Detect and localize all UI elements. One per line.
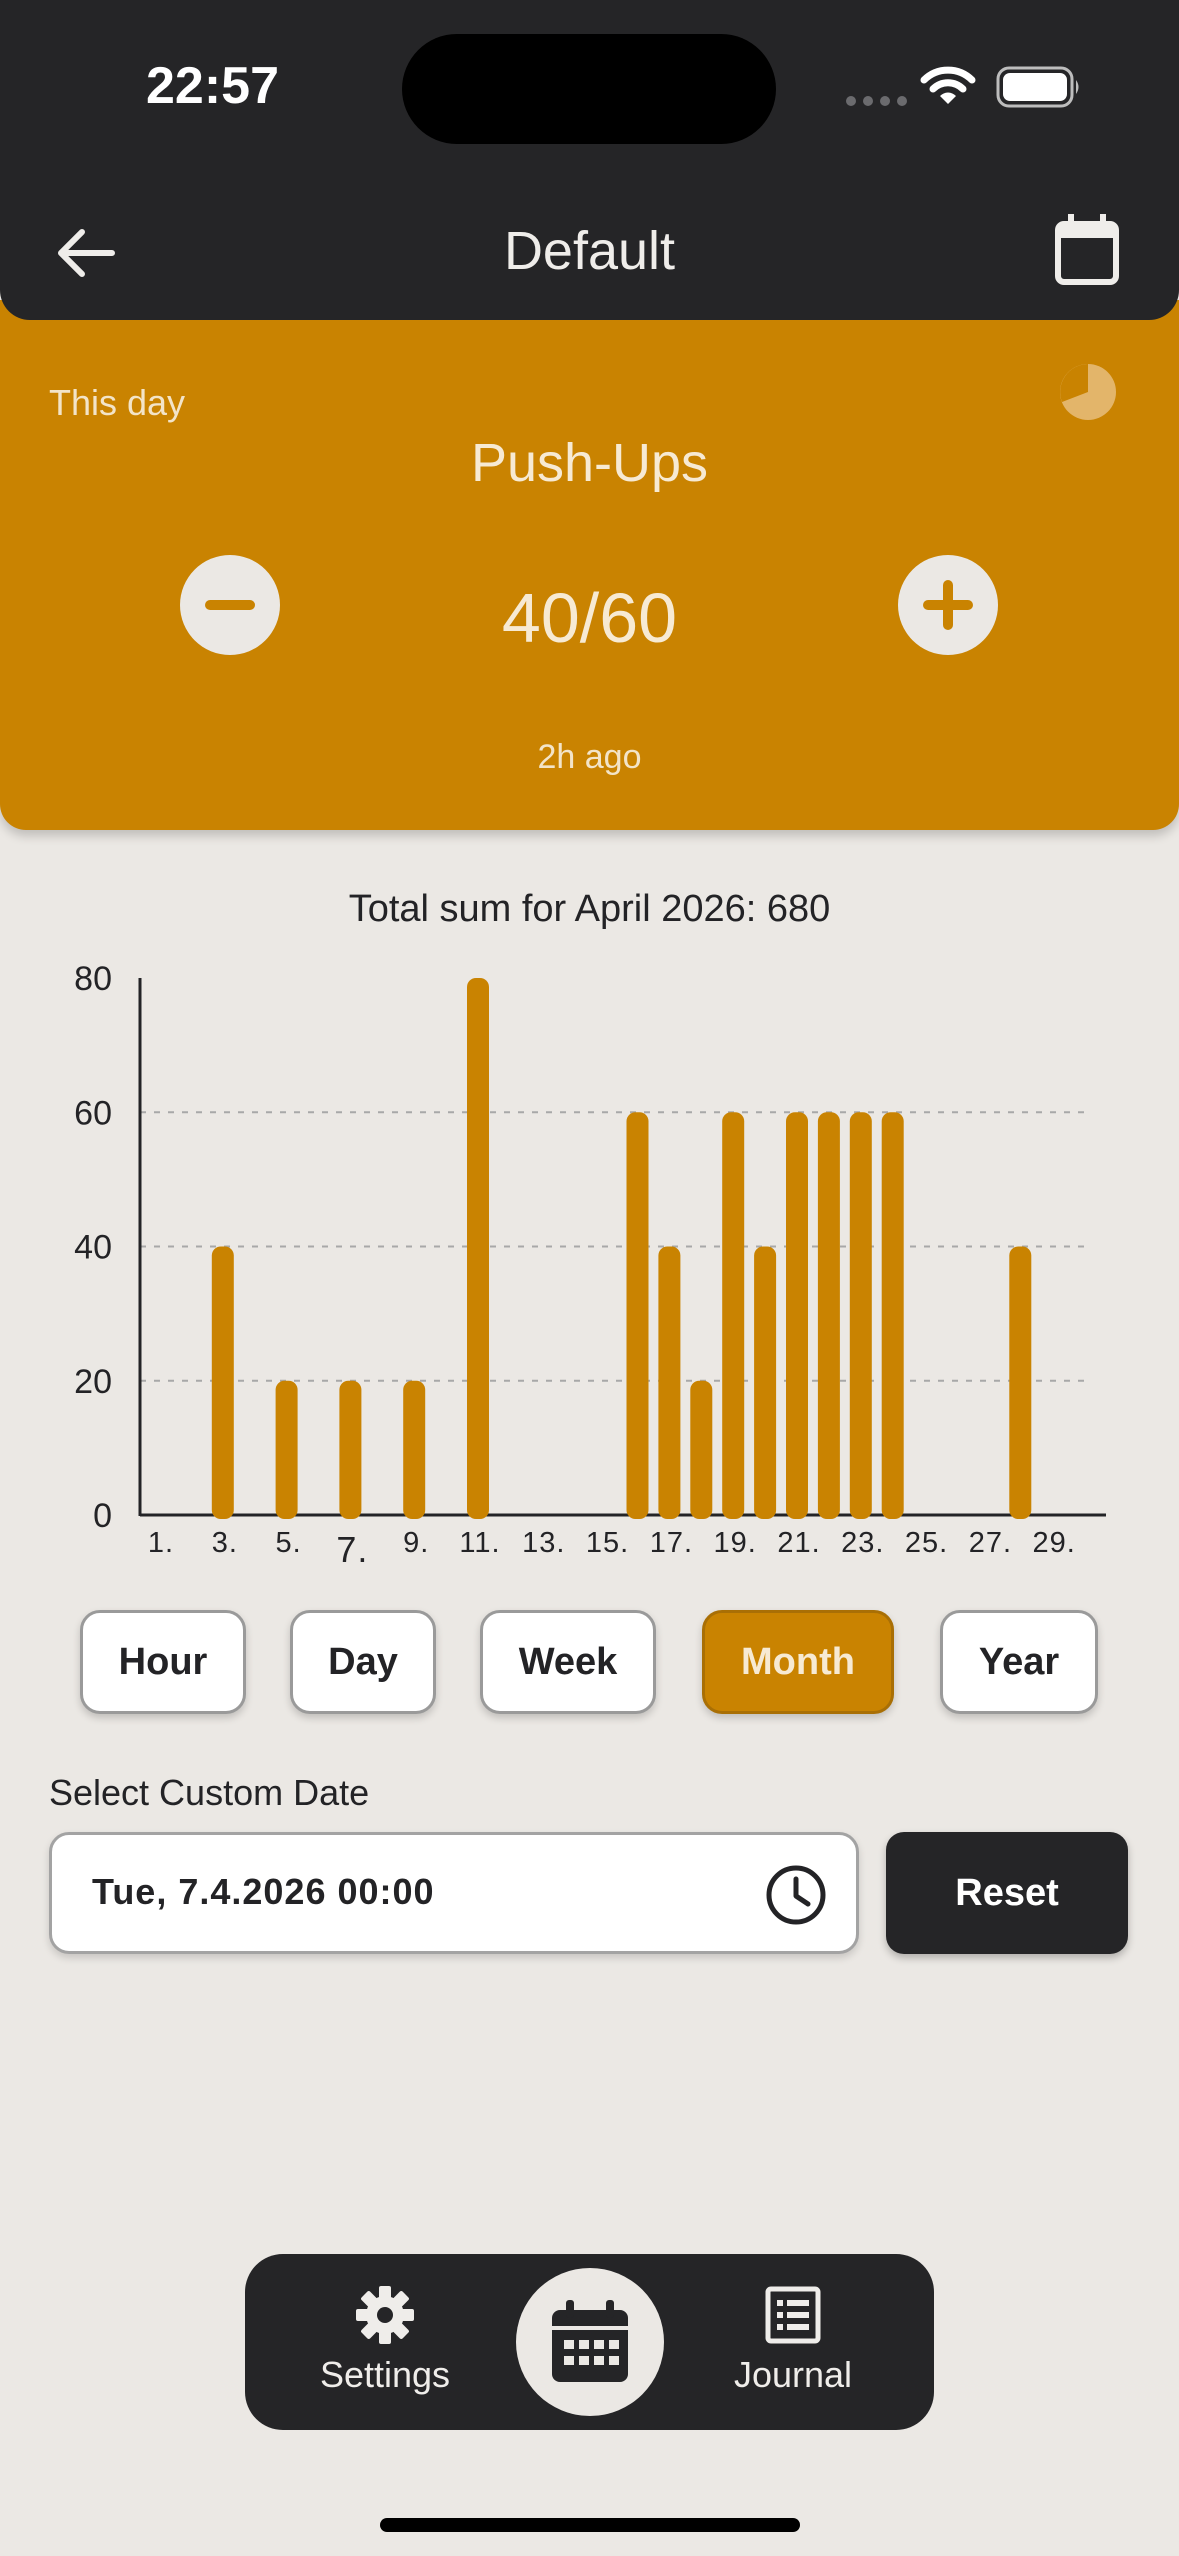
chart-bar — [658, 1246, 681, 1519]
chart-x-tick-label: 19. — [714, 1527, 757, 1559]
battery-icon — [996, 66, 1079, 108]
plus-icon — [923, 580, 973, 630]
nav-journal-label: Journal — [733, 2354, 853, 2395]
chart-bar — [849, 1112, 872, 1519]
reset-button[interactable]: Reset — [886, 1832, 1128, 1954]
chart-y-tick-label: 20 — [74, 1363, 112, 1401]
date-picker-field[interactable]: Tue, 7.4.2026 00:00 — [49, 1832, 859, 1954]
chart-y-tick-label: 60 — [74, 1094, 112, 1132]
home-indicator — [380, 2518, 800, 2532]
journal-list-icon — [765, 2286, 821, 2344]
chart-y-tick-label: 80 — [74, 960, 112, 998]
tab-month[interactable]: Month — [702, 1610, 894, 1714]
cellular-signal-icon — [846, 96, 907, 106]
chart-x-tick-label: 3. — [212, 1527, 238, 1559]
app-bar: Default — [0, 190, 1179, 320]
bottom-nav: Settings Journal — [245, 2254, 934, 2430]
habit-period: This day — [49, 382, 186, 423]
habit-name: Push-Ups — [470, 433, 709, 493]
chart-bar — [275, 1380, 298, 1519]
chart-x-tick-label: 13. — [522, 1527, 565, 1559]
nav-calendar[interactable] — [516, 2268, 664, 2416]
dynamic-island — [402, 34, 776, 144]
page-title: Default — [503, 221, 676, 281]
chart-x-tick-label: 11. — [459, 1527, 500, 1559]
tab-day[interactable]: Day — [290, 1610, 436, 1714]
chart-x-tick-label: 1. — [148, 1527, 174, 1559]
chart-bar — [403, 1380, 426, 1519]
custom-date-label: Select Custom Date — [49, 1772, 370, 1813]
chart-bar — [626, 1112, 649, 1519]
chart-x-tick-label: 23. — [841, 1527, 884, 1559]
chart-bar — [722, 1112, 745, 1519]
chart-x-tick-label: 15. — [586, 1527, 629, 1559]
chart-x-tick-label: 21. — [777, 1527, 820, 1559]
chart-bar — [786, 1112, 808, 1519]
habit-count: 40/60 — [501, 579, 678, 657]
chart-x-tick-label: 9. — [403, 1527, 429, 1559]
nav-settings[interactable]: Settings — [305, 2254, 465, 2430]
wifi-icon — [920, 66, 976, 104]
chart-x-tick-label: 27. — [969, 1527, 1012, 1559]
chart-x-tick-label: 25. — [905, 1527, 948, 1559]
chart-x-tick-label: 29. — [1033, 1527, 1076, 1559]
gear-icon — [356, 2286, 414, 2344]
status-bar: 22:57 — [0, 0, 1179, 190]
progress-pie-icon — [1060, 364, 1116, 420]
nav-settings-label: Settings — [319, 2354, 451, 2395]
chart-y-tick-label: 40 — [74, 1229, 112, 1267]
clock-icon[interactable] — [764, 1863, 828, 1927]
nav-journal[interactable]: Journal — [713, 2254, 873, 2430]
tab-week[interactable]: Week — [480, 1610, 656, 1714]
chart-bar — [881, 1112, 904, 1519]
chart-bar — [339, 1380, 362, 1519]
tab-year[interactable]: Year — [940, 1610, 1098, 1714]
range-tabs: Hour Day Week Month Year — [0, 1610, 1179, 1718]
habit-card: This day Push-Ups 40/60 2h ago — [0, 300, 1179, 830]
chart-bar — [467, 978, 489, 1519]
chart-x-tick-label: 5. — [276, 1527, 302, 1559]
status-time: 22:57 — [146, 57, 279, 115]
chart-bar — [690, 1380, 713, 1519]
chart-bar — [754, 1246, 777, 1519]
chart-title: Total sum for April 2026: 680 — [348, 888, 831, 930]
chart-x-tick-label: 7. — [336, 1529, 368, 1570]
chart-x-tick-label: 17. — [650, 1527, 693, 1559]
bar-chart: 0 20 40 60 80 1. 3. 5. 7. 9. 11. 13. 15. 17. 19. 21. 23.… — [74, 960, 1106, 1570]
chart-bar — [1009, 1246, 1032, 1519]
last-updated-text: 2h ago — [537, 738, 642, 776]
calendar-grid-icon — [552, 2300, 628, 2382]
calendar-icon[interactable] — [1052, 212, 1122, 288]
chart-y-tick-label: 0 — [93, 1497, 112, 1535]
chart-bar — [817, 1112, 840, 1519]
chart-bar — [211, 1246, 234, 1519]
increment-button[interactable] — [898, 555, 998, 655]
tab-hour[interactable]: Hour — [80, 1610, 246, 1714]
date-value: Tue, 7.4.2026 00:00 — [92, 1871, 435, 1912]
